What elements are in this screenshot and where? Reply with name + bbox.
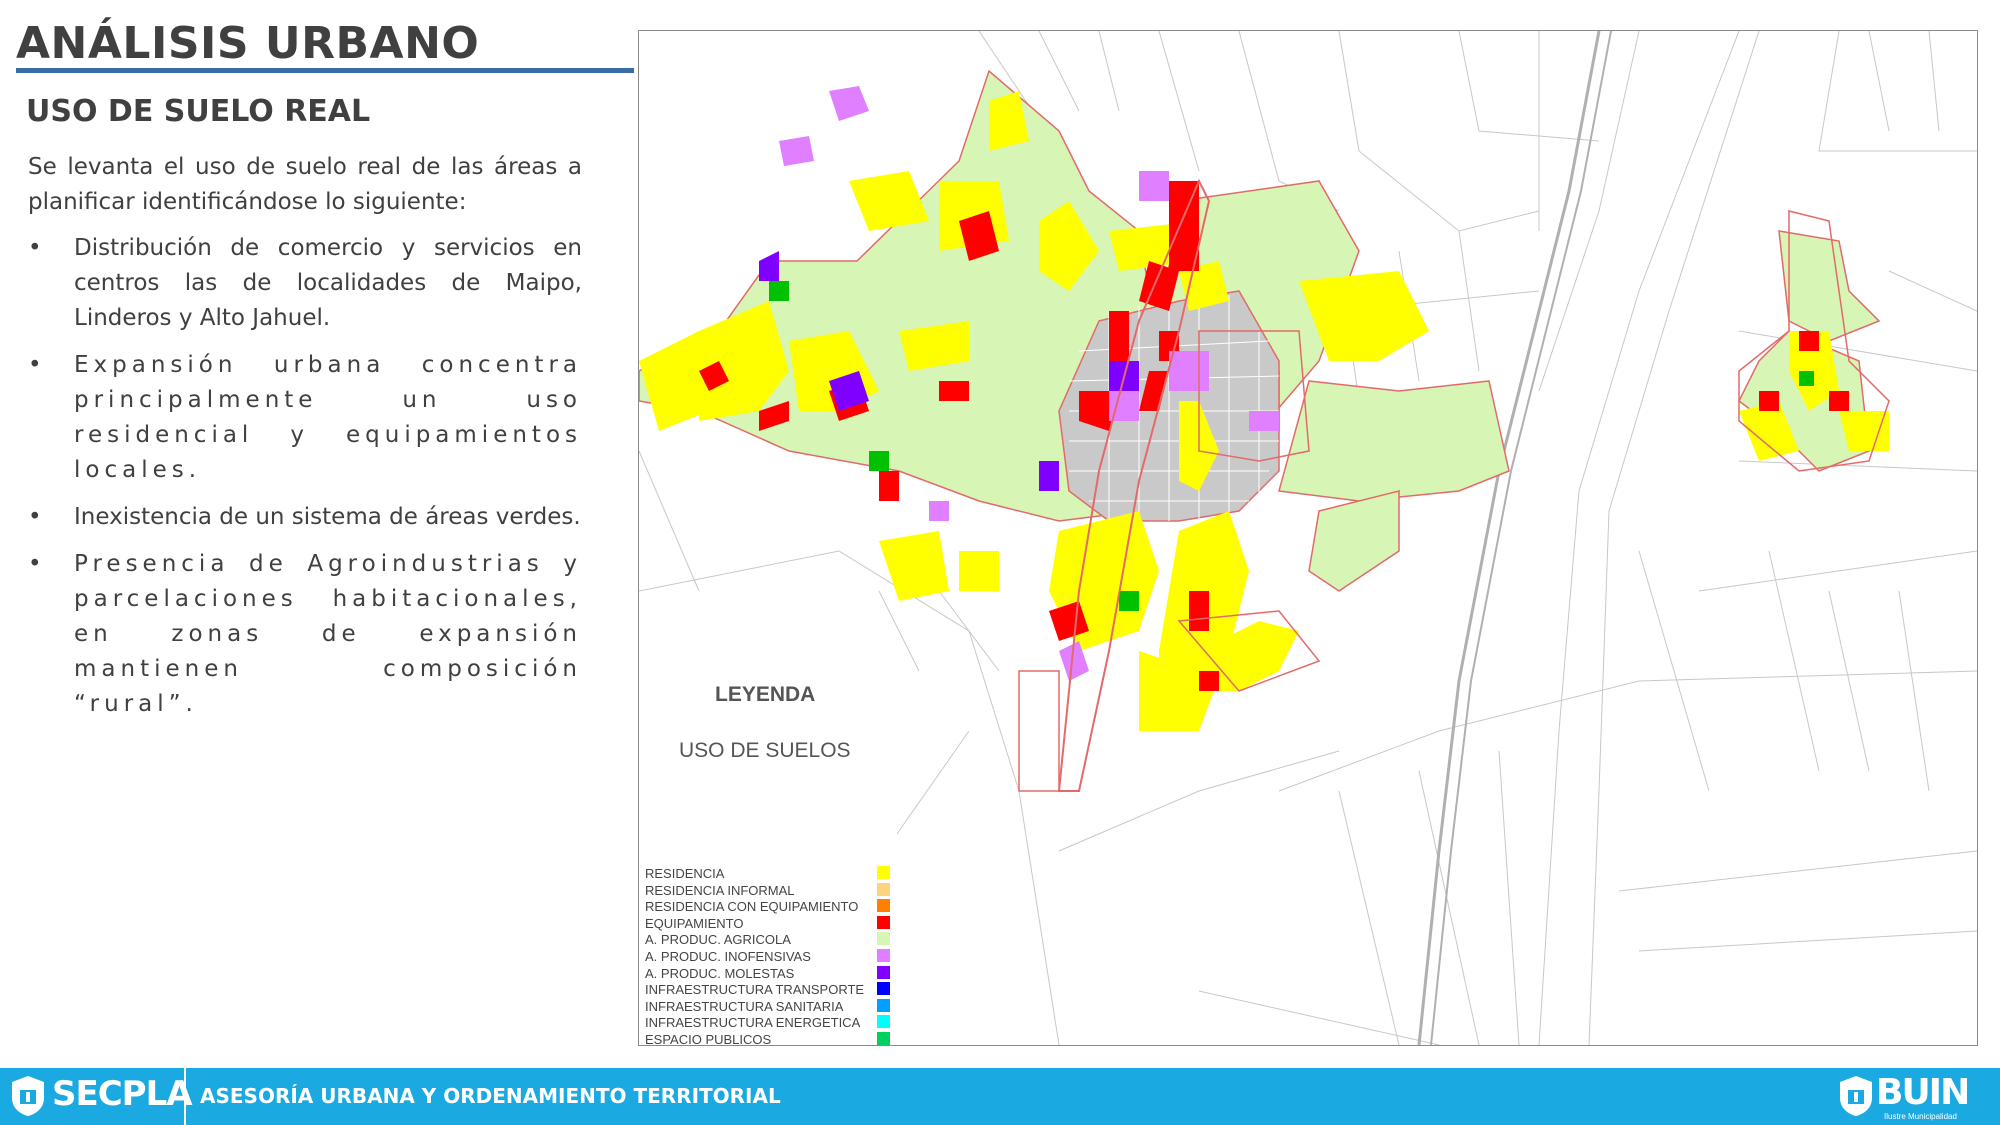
list-item-text: Presencia de Agroindustrias y parcelacio… [74, 551, 582, 717]
legend-label: RESIDENCIA [645, 866, 725, 881]
legend-label: RESIDENCIA INFORMAL [645, 882, 795, 898]
list-item: • Inexistencia de un sistema de áreas ver… [28, 500, 582, 535]
legend-title: LEYENDA [715, 683, 816, 706]
list-item-text: Expansión urbana concentra principalment… [74, 352, 582, 483]
legend-swatch [877, 882, 890, 896]
footer-label: ASESORÍA URBANA Y ORDENAMIENTO TERRITORI… [200, 1084, 781, 1108]
legend-swatch [877, 1015, 890, 1029]
legend-label: INFRAESTRUCTURA ENERGETICA [645, 1015, 861, 1031]
legend-swatch [877, 1031, 890, 1045]
legend-swatch [877, 932, 890, 946]
legend-label: INFRAESTRUCTURA SANITARIA [645, 998, 844, 1014]
list-item: • Distribución de comercio y servicios en… [28, 231, 582, 336]
legend-row: A. PRODUC. INOFENSIVAS [645, 948, 895, 965]
legend-row: INFRAESTRUCTURA SANITARIA [645, 998, 895, 1015]
section-subtitle: USO DE SUELO REAL [26, 94, 371, 129]
findings-list: • Distribución de comercio y servicios en… [28, 231, 582, 722]
intro-paragraph: Se levanta el uso de suelo real de las á… [28, 154, 582, 215]
bullet-icon: • [28, 352, 47, 378]
legend-row: A. PRODUC. AGRICOLA [645, 931, 895, 948]
legend-row: INFRAESTRUCTURA TRANSPORTE [645, 981, 895, 998]
legend-row: RESIDENCIA INFORMAL [645, 882, 895, 899]
legend-swatch [877, 948, 890, 962]
secpla-logo-text: SECPLA [52, 1074, 193, 1114]
legend-label: A. PRODUC. INOFENSIVAS [645, 948, 811, 964]
list-item: • Expansión urbana concentra principalmen… [28, 348, 582, 488]
legend-row: ESPACIO PUBLICOS [645, 1031, 895, 1046]
legend-list: RESIDENCIA RESIDENCIA INFORMAL RESIDENCIA … [645, 865, 895, 1046]
legend-label: EQUIPAMIENTO [645, 915, 744, 931]
legend-swatch [877, 899, 890, 913]
buin-logo-text: BUIN [1876, 1072, 1970, 1113]
footer-separator [184, 1068, 186, 1125]
list-item-text: Inexistencia de un sistema de áreas verd… [74, 504, 581, 530]
legend-swatch [877, 998, 890, 1012]
list-item: • Presencia de Agroindustrias y parcelaci… [28, 547, 582, 722]
land-use-map: LEYENDA USO DE SUELOS RESIDENCIA RESIDENC… [638, 30, 1978, 1046]
legend-label: ESPACIO PUBLICOS [645, 1031, 772, 1046]
page-title: ANÁLISIS URBANO [16, 18, 480, 69]
legend-label: A. PRODUC. AGRICOLA [645, 932, 791, 948]
secpla-shield-icon [12, 1076, 44, 1116]
bullet-icon: • [28, 551, 47, 577]
map-legend: LEYENDA USO DE SUELOS RESIDENCIA RESIDENC… [639, 651, 897, 1045]
legend-row: RESIDENCIA CON EQUIPAMIENTO [645, 898, 895, 915]
title-underline [16, 68, 634, 73]
legend-label: INFRAESTRUCTURA TRANSPORTE [645, 982, 865, 998]
legend-row: A. PRODUC. MOLESTAS [645, 965, 895, 982]
list-item-text: Distribución de comercio y servicios en … [74, 235, 582, 331]
legend-swatch [877, 965, 890, 979]
bullet-icon: • [28, 504, 42, 530]
legend-subtitle: USO DE SUELOS [679, 739, 851, 762]
legend-row: INFRAESTRUCTURA ENERGETICA [645, 1014, 895, 1031]
legend-swatch [877, 982, 890, 996]
buin-logo-subtext: Ilustre Municipalidad [1884, 1112, 1957, 1121]
buin-shield-icon [1840, 1076, 1872, 1116]
legend-swatch [877, 915, 890, 929]
legend-label: RESIDENCIA CON EQUIPAMIENTO [645, 899, 859, 915]
legend-row: EQUIPAMIENTO [645, 915, 895, 932]
description-text: Se levanta el uso de suelo real de las á… [28, 150, 582, 734]
footer-bar: SECPLA ASESORÍA URBANA Y ORDENAMIENTO TE… [0, 1068, 2000, 1125]
legend-row: RESIDENCIA [645, 865, 895, 882]
bullet-icon: • [28, 235, 42, 261]
legend-swatch [877, 866, 890, 879]
legend-label: A. PRODUC. MOLESTAS [645, 965, 795, 981]
